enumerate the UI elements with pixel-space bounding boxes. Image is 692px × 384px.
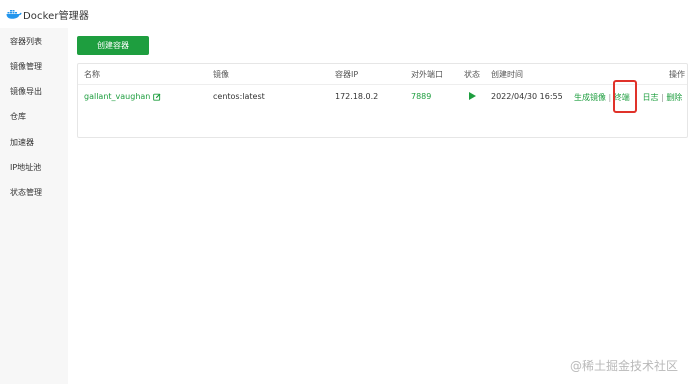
header-divider: [78, 84, 687, 85]
column-header-image: 镜像: [213, 70, 229, 79]
delete-button[interactable]: 删除: [666, 93, 682, 102]
column-header-status: 状态: [464, 70, 480, 79]
action-separator: |: [608, 93, 612, 102]
container-table: 名称 镜像 容器IP 对外端口 状态 创建时间 操作 gallant_vaugh…: [77, 63, 688, 138]
sidebar-item-image-management[interactable]: 镜像管理: [10, 61, 42, 72]
sidebar-item-ip-pool[interactable]: IP地址池: [10, 162, 41, 173]
app-title: Docker管理器: [23, 11, 89, 22]
sidebar-item-accelerator[interactable]: 加速器: [10, 137, 34, 148]
action-separator: |: [661, 93, 664, 102]
column-header-created: 创建时间: [491, 70, 523, 79]
terminal-highlight-annotation: [613, 80, 637, 113]
column-header-ip: 容器IP: [335, 70, 359, 79]
column-header-port: 对外端口: [411, 70, 443, 79]
docker-logo-icon: [6, 10, 22, 19]
log-button[interactable]: 日志: [643, 93, 659, 102]
create-container-button[interactable]: 创建容器: [77, 36, 149, 55]
sidebar: 容器列表 镜像管理 镜像导出 仓库 加速器 IP地址池 状态管理: [0, 28, 68, 384]
main-content: 创建容器 名称 镜像 容器IP 对外端口 状态 创建时间 操作 gallant_…: [68, 28, 692, 384]
container-ip: 172.18.0.2: [335, 92, 379, 101]
sidebar-item-status-management[interactable]: 状态管理: [10, 187, 42, 198]
sidebar-item-repository[interactable]: 仓库: [10, 111, 26, 122]
column-header-name: 名称: [84, 70, 100, 79]
edit-icon[interactable]: [153, 93, 161, 101]
play-icon[interactable]: [469, 92, 476, 100]
title-bar: Docker管理器: [0, 0, 692, 28]
docker-manager-window: Docker管理器 容器列表 镜像管理 镜像导出 仓库 加速器 IP地址池 状态…: [0, 0, 692, 384]
column-header-actions: 操作: [669, 70, 685, 79]
container-name: gallant_vaughan: [84, 92, 151, 101]
watermark: @稀土掘金技术社区: [569, 359, 678, 373]
sidebar-item-container-list[interactable]: 容器列表: [10, 36, 42, 47]
generate-image-button[interactable]: 生成镜像: [574, 93, 606, 102]
container-name-link[interactable]: gallant_vaughan: [84, 92, 161, 101]
sidebar-item-image-export[interactable]: 镜像导出: [10, 86, 42, 97]
container-created-time: 2022/04/30 16:55: [491, 92, 563, 101]
container-port[interactable]: 7889: [411, 92, 431, 101]
container-image: centos:latest: [213, 92, 265, 101]
